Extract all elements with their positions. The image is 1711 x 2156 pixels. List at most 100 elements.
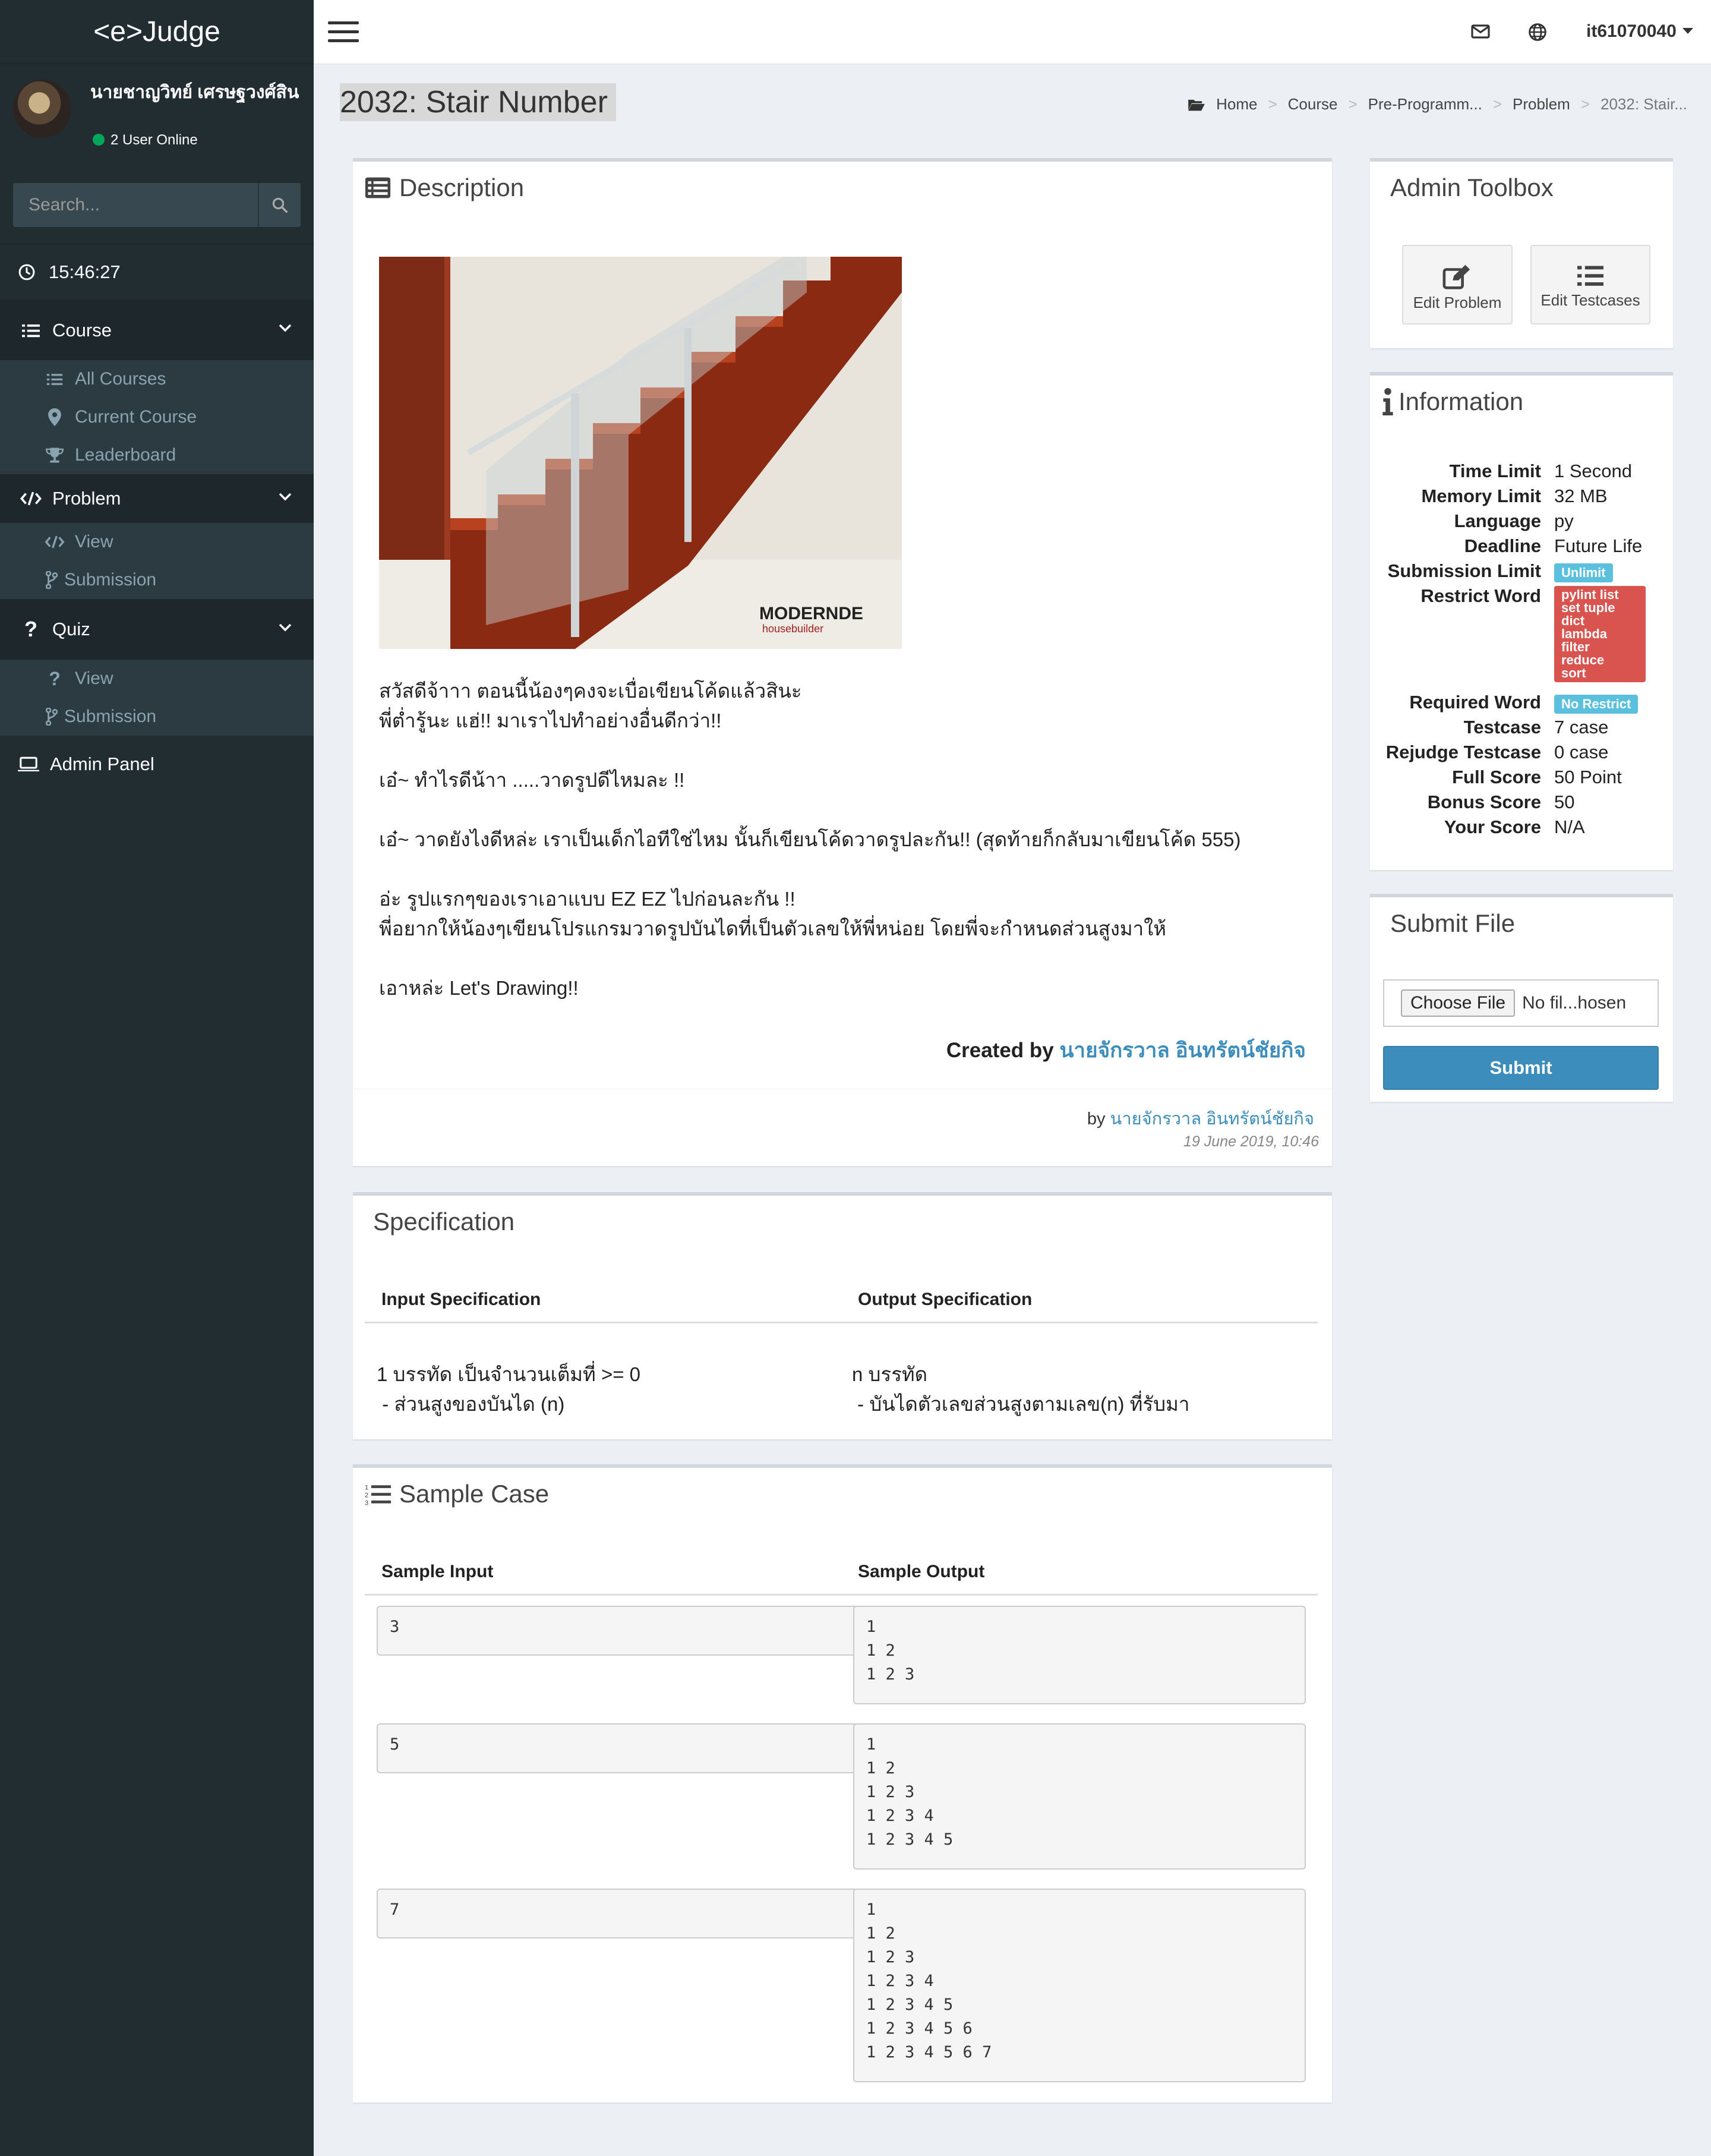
sidebar-item-problem-submission[interactable]: Submission	[0, 561, 314, 599]
choose-file-button[interactable]: Choose File	[1401, 989, 1516, 1017]
map-marker-icon	[48, 408, 61, 426]
clock-time: 15:46:27	[49, 261, 121, 282]
search-input[interactable]	[13, 183, 258, 227]
footer-author-link[interactable]: นายจักรวาล อินทรัตน์ชัยกิจ	[1110, 1109, 1314, 1129]
sidebar-item-current-course[interactable]: Current Course	[0, 398, 314, 436]
code-fork-icon	[46, 708, 58, 726]
spec-line: 1 บรรทัด เป็นจำนวนเต็มที่ >= 0	[377, 1363, 641, 1385]
sidebar-item-label: View	[75, 532, 113, 551]
info-row-testcase: Testcase 7 case	[1370, 715, 1673, 740]
info-row-your-score: Your Score N/A	[1370, 815, 1673, 840]
sidebar-item-course[interactable]: Course	[0, 301, 314, 360]
statement-line: อ่ะ รูปแรกๆของเราเอาแบบ EZ EZ ไปก่อนละกั…	[379, 888, 795, 910]
question-icon: ?	[24, 617, 37, 641]
question-icon: ?	[49, 667, 61, 689]
info-row-deadline: Deadline Future Life	[1370, 534, 1673, 559]
sidebar-item-all-courses[interactable]: All Courses	[0, 360, 314, 398]
footer-date: 19 June 2019, 10:46	[1183, 1133, 1319, 1150]
sample-output[interactable]: 1 1 2 1 2 3 1 2 3 4 1 2 3 4 5	[853, 1723, 1306, 1870]
sidebar-item-label: Leaderboard	[75, 445, 176, 465]
list-icon	[1577, 266, 1603, 286]
spec-line: - ส่วนสูงของบันได (n)	[377, 1393, 565, 1415]
edit-problem-button[interactable]: Edit Problem	[1402, 245, 1513, 324]
sidebar-item-label: View	[75, 669, 113, 688]
sample-input[interactable]: 7	[377, 1889, 858, 1938]
sidebar-item-leaderboard[interactable]: Leaderboard	[0, 436, 314, 474]
user-name: นายชาญวิทย์ เศรษฐวงศ์สิน	[90, 83, 299, 102]
envelope-icon[interactable]	[1471, 24, 1490, 39]
file-input[interactable]: Choose File No fil...hosen	[1383, 979, 1659, 1027]
sidebar-toggle-button[interactable]	[328, 21, 359, 43]
avatar	[13, 80, 71, 138]
info-row-full-score: Full Score 50 Point	[1370, 765, 1673, 790]
statement-line: เอาหล่ะ Let's Drawing!!	[379, 977, 579, 999]
chevron-down-icon	[279, 493, 292, 501]
breadcrumb-course[interactable]: Course	[1288, 95, 1338, 114]
full-score-value: 50 Point	[1554, 767, 1622, 787]
statement-line: เอ๋~ วาดยังไงดีหล่ะ เราเป็นเด็กไอทีใช่ไห…	[379, 828, 1241, 850]
box-title-text: Sample Case	[399, 1480, 550, 1508]
breadcrumb-current: 2032: Stair...	[1600, 95, 1687, 113]
folder-open-icon	[1188, 99, 1205, 111]
restrict-word: sort	[1561, 666, 1586, 680]
sidebar-item-admin-panel[interactable]: Admin Panel	[0, 736, 314, 793]
trophy-icon	[46, 447, 64, 463]
search-icon	[272, 197, 288, 213]
list-alt-icon	[365, 177, 391, 198]
problem-image: MODERNDE housebuilder	[379, 257, 902, 649]
breadcrumb-home[interactable]: Home	[1216, 95, 1257, 114]
sidebar-item-problem-view[interactable]: View	[0, 523, 314, 561]
online-dot-icon	[93, 134, 105, 146]
footer-by-label: by	[1087, 1109, 1106, 1129]
sidebar-item-problem[interactable]: Problem	[0, 474, 314, 523]
app-logo[interactable]: <e>Judge	[0, 0, 314, 64]
your-score-value: N/A	[1554, 817, 1585, 837]
sidebar-item-label: Quiz	[52, 619, 90, 639]
edit-testcases-button[interactable]: Edit Testcases	[1530, 245, 1650, 324]
problem-submenu: View Submission	[0, 523, 314, 599]
problem-statement: สวัสดีจ้าาา ตอนนี้น้องๆคงจะเบื่อเขียนโค้…	[379, 676, 1306, 1033]
specification-box: Specification Input Specification Output…	[353, 1192, 1332, 1439]
sample-input[interactable]: 3	[377, 1606, 858, 1656]
laptop-icon	[18, 757, 39, 771]
admin-toolbox: Admin Toolbox Edit Problem Edit Testcase…	[1370, 158, 1673, 348]
restrict-word-badge: pylint list set tuple dict lambda filter…	[1554, 586, 1646, 682]
testcase-value: 7 case	[1554, 717, 1609, 737]
author-link[interactable]: นายจักรวาล อินทรัตน์ชัยกิจ	[1060, 1039, 1306, 1062]
sidebar-item-label: Admin Panel	[50, 754, 154, 774]
sidebar: <e>Judge นายชาญวิทย์ เศรษฐวงศ์สิน 2 User…	[0, 0, 314, 2156]
info-icon	[1382, 388, 1393, 415]
info-row-time-limit: Time Limit 1 Second	[1370, 459, 1673, 484]
submit-button[interactable]: Submit	[1383, 1046, 1659, 1090]
sidebar-item-quiz-submission[interactable]: Submission	[0, 698, 314, 736]
deadline-value: Future Life	[1554, 535, 1643, 556]
search-button[interactable]	[258, 183, 301, 227]
sidebar-item-label: Problem	[52, 488, 121, 509]
statement-line: สวัสดีจ้าาา ตอนนี้น้องๆคงจะเบื่อเขียนโค้…	[379, 680, 802, 702]
user-menu[interactable]: it61070040	[1586, 21, 1693, 42]
svg-text:housebuilder: housebuilder	[762, 623, 823, 635]
clock-icon	[18, 264, 35, 280]
sidebar-menu: Course All Courses Current Course Leader…	[0, 301, 314, 793]
info-row-rejudge: Rejudge Testcase 0 case	[1370, 740, 1673, 765]
globe-icon[interactable]	[1528, 23, 1547, 42]
caret-down-icon	[1682, 28, 1693, 34]
breadcrumb: Home > Course > Pre-Programm... > Proble…	[1188, 95, 1687, 114]
footer-author: by นายจักรวาล อินทรัตน์ชัยกิจ	[1087, 1105, 1314, 1132]
memory-limit-value: 32 MB	[1554, 486, 1608, 506]
statement-line: เอ๋~ ทำไรดีน้าา .....วาดรูปดีไหมละ !!	[379, 769, 685, 791]
chevron-down-icon	[279, 324, 292, 332]
breadcrumb-problem[interactable]: Problem	[1513, 95, 1570, 114]
sample-output[interactable]: 1 1 2 1 2 3	[853, 1606, 1306, 1704]
list-icon	[46, 374, 63, 385]
sidebar-item-quiz[interactable]: ? Quiz	[0, 599, 314, 660]
sample-output[interactable]: 1 1 2 1 2 3 1 2 3 4 1 2 3 4 5 1 2 3 4 5 …	[853, 1889, 1306, 2082]
breadcrumb-course-name[interactable]: Pre-Programm...	[1368, 95, 1482, 114]
specification-title: Specification	[373, 1208, 515, 1235]
quiz-submenu: ? View Submission	[0, 660, 314, 736]
submit-file-box: Submit File Choose File No fil...hosen S…	[1370, 894, 1673, 1102]
sample-input[interactable]: 5	[377, 1723, 858, 1773]
admin-toolbox-title: Admin Toolbox	[1390, 174, 1554, 201]
sidebar-item-quiz-view[interactable]: ? View	[0, 660, 314, 698]
hamburger-icon	[328, 21, 359, 24]
